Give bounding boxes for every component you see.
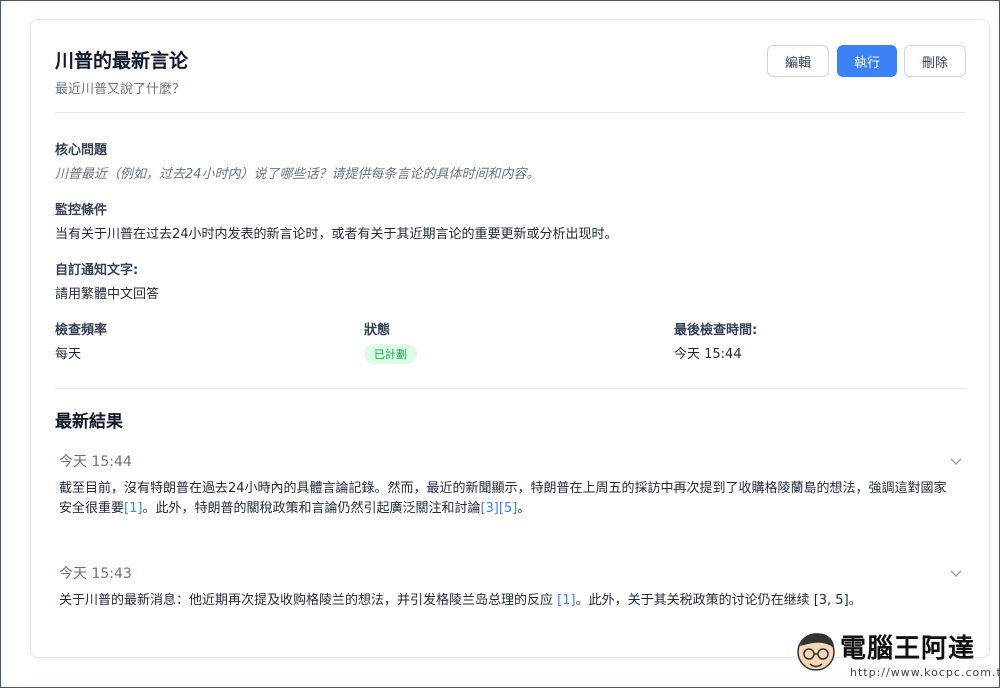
run-button[interactable]: 執行	[837, 45, 897, 77]
frequency-value: 每天	[55, 347, 82, 362]
frequency-label: 檢查頻率	[55, 323, 108, 338]
result-text: 关于川普的最新消息：他近期再次提及收购格陵兰的想法，并引发格陵兰岛总理的反应 […	[59, 591, 955, 611]
page-subtitle: 最近川普又說了什麼？	[55, 82, 186, 97]
result-time: 今天 15:43	[59, 566, 132, 582]
watermark-url: http://www.kocpc.com.tw	[850, 666, 1000, 679]
result-text-part: 。	[517, 501, 531, 516]
monitor-condition-value: 当有关于川普在过去24小时内发表的新言论时，或者有关于其近期言论的重要更新或分析…	[55, 227, 618, 242]
citation-link[interactable]: [1]	[124, 501, 142, 516]
details-divider	[55, 388, 966, 389]
results-title: 最新結果	[55, 412, 123, 432]
result-item[interactable]: 今天 15:44 截至目前，沒有特朗普在過去24小時內的具體言論記錄。然而，最近…	[55, 451, 966, 521]
watermark-logo: 電腦王阿達 http://www.kocpc.com.tw	[794, 624, 1000, 684]
watermark-brand: 電腦王阿達	[840, 634, 976, 664]
last-check-label: 最後檢查時間:	[674, 323, 758, 338]
mascot-icon	[797, 633, 835, 671]
core-question-value: 川普最近（例如，过去24小时内）说了哪些话？请提供每条言论的具体时间和内容。	[55, 167, 540, 182]
custom-notify-value: 請用繁體中文回答	[55, 287, 160, 302]
monitor-condition-label: 監控條件	[55, 203, 108, 218]
result-text-part: 关于川普的最新消息：他近期再次提及收购格陵兰的想法，并引发格陵兰岛总理的反应	[59, 593, 558, 608]
result-text-part: 。此外，特朗普的關稅政策和言論仍然引起廣泛關注和討論	[142, 501, 481, 516]
result-text: 截至目前，沒有特朗普在過去24小時內的具體言論記錄。然而，最近的新聞顯示，特朗普…	[59, 479, 955, 519]
edit-button[interactable]: 編輯	[767, 45, 829, 77]
chevron-down-icon[interactable]	[948, 565, 964, 581]
chevron-down-icon[interactable]	[948, 453, 964, 469]
custom-notify-label: 自訂通知文字:	[55, 263, 139, 278]
result-text-part: 。此外，关于其关税政策的讨论仍在继续 [3, 5]。	[575, 593, 862, 608]
core-question-label: 核心問題	[55, 143, 108, 158]
header-divider	[55, 112, 966, 113]
status-badge: 已計劃	[364, 344, 417, 364]
page-title: 川普的最新言论	[55, 50, 189, 72]
status-label: 狀態	[364, 323, 391, 338]
delete-button[interactable]: 刪除	[904, 45, 966, 77]
result-item[interactable]: 今天 15:43 关于川普的最新消息：他近期再次提及收购格陵兰的想法，并引发格陵…	[55, 563, 966, 613]
result-time: 今天 15:44	[59, 454, 132, 470]
citation-link[interactable]: [3][5]	[480, 501, 517, 516]
citation-link[interactable]: [1]	[557, 593, 575, 608]
last-check-value: 今天 15:44	[674, 347, 742, 362]
monitor-card: 川普的最新言论 最近川普又說了什麼？ 編輯 執行 刪除 核心問題 川普最近（例如…	[30, 19, 990, 658]
